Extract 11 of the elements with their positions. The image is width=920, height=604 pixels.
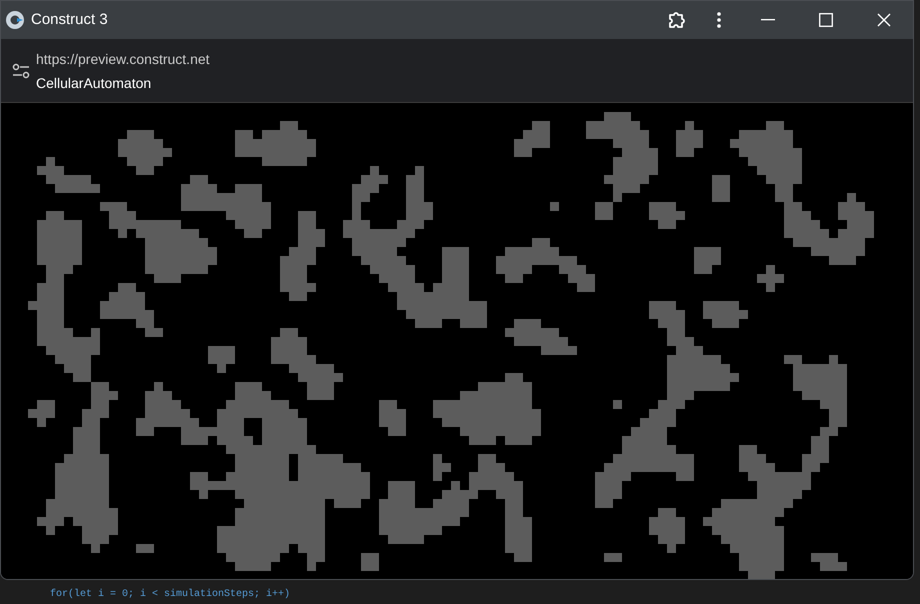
close-icon [877,13,891,27]
more-icon [717,12,721,28]
window-title: Construct 3 [31,10,108,30]
app-logo-icon [5,10,25,30]
maximize-icon [819,13,833,27]
page-title: CellularAutomaton [36,74,152,92]
code-line: for(let i = 0; i < simulationSteps; i++) [50,589,290,600]
site-settings-icon[interactable] [12,62,30,78]
page-url: https://preview.construct.net [36,50,210,68]
puzzle-icon [667,10,687,30]
minimize-icon [761,19,775,21]
